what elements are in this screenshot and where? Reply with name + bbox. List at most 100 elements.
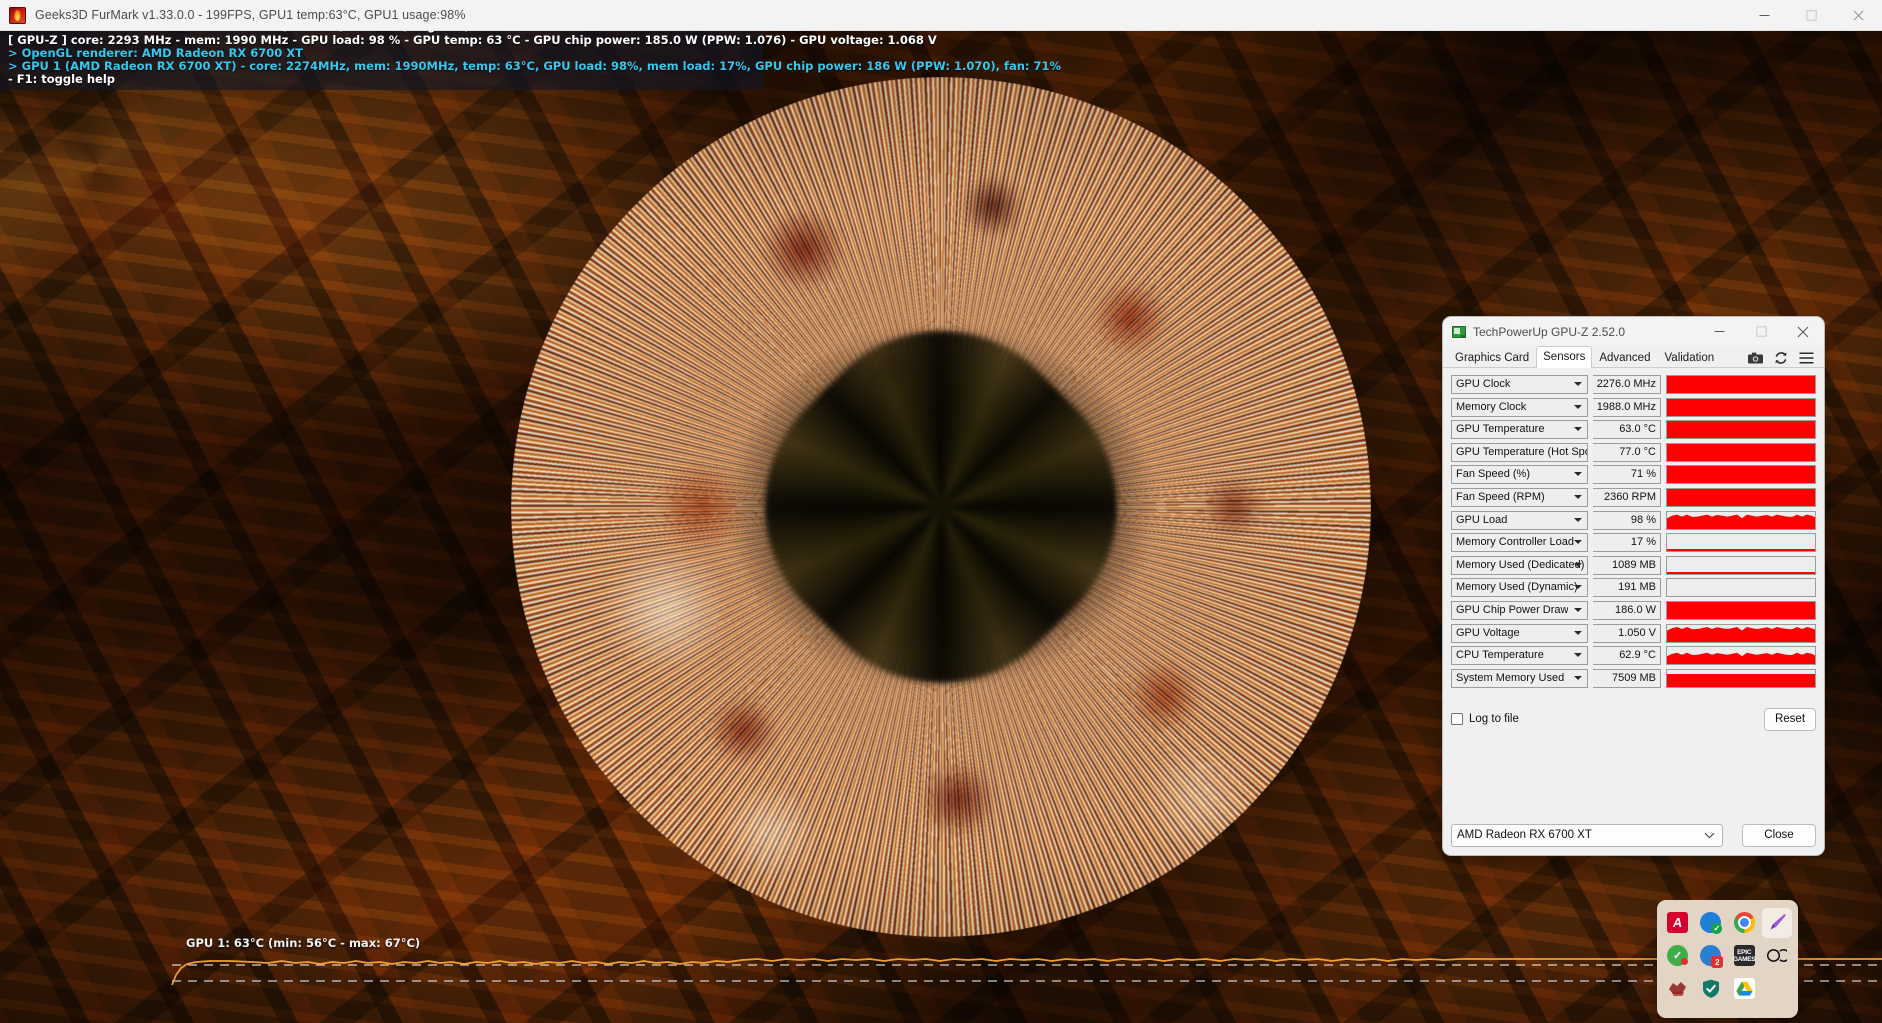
sensor-name: Fan Speed (RPM) (1456, 490, 1545, 503)
gpuz-maximize-icon[interactable] (1740, 317, 1782, 346)
tab-sensors[interactable]: Sensors (1536, 346, 1593, 368)
tray-cell[interactable] (1729, 974, 1759, 1004)
tray-cell[interactable]: 2 (1696, 941, 1726, 971)
tray-cell[interactable] (1729, 908, 1759, 938)
sensor-name: Memory Used (Dynamic) (1456, 581, 1578, 594)
gpuz-title-bar: TechPowerUp GPU-Z 2.52.0 (1443, 317, 1824, 346)
sensor-select-4[interactable]: Fan Speed (%) (1451, 465, 1588, 485)
hamburger-menu-icon[interactable] (1799, 352, 1814, 364)
camera-icon[interactable] (1748, 352, 1763, 364)
maximize-icon[interactable] (1788, 0, 1835, 31)
sensor-value: 186.0 W (1593, 600, 1661, 620)
gpu-temperature-graph: GPU 1: 63°C (min: 56°C - max: 67°C) (0, 863, 1882, 1023)
gpuz-close-icon[interactable] (1782, 317, 1824, 346)
chevron-down-icon (1574, 675, 1582, 680)
blue-notification-icon[interactable]: 2 (1700, 945, 1724, 968)
sensor-name: GPU Temperature (Hot Spot) (1456, 445, 1587, 458)
sensor-select-9[interactable]: Memory Used (Dynamic) (1451, 578, 1588, 598)
sensor-value: 2276.0 MHz (1593, 375, 1661, 394)
close-button[interactable]: Close (1742, 823, 1816, 847)
sensor-select-8[interactable]: Memory Used (Dedicated) (1451, 555, 1588, 575)
sensor-select-11[interactable]: GPU Voltage (1451, 623, 1588, 643)
sensor-row: GPU Chip Power Draw 186.0 W (1451, 600, 1816, 620)
close-icon[interactable] (1835, 0, 1882, 31)
msi-dragon-icon[interactable] (1667, 978, 1688, 999)
refresh-icon[interactable] (1774, 351, 1788, 365)
sensor-select-2[interactable]: GPU Temperature (1451, 420, 1588, 440)
sensor-name: GPU Load (1456, 513, 1508, 526)
chevron-down-icon (1574, 427, 1582, 432)
amd-radeon-software-icon[interactable]: A (1667, 912, 1689, 933)
chevron-down-icon (1574, 653, 1582, 658)
gpu-select-dropdown[interactable]: AMD Radeon RX 6700 XT (1451, 823, 1723, 847)
snipping-pen-icon[interactable] (1767, 912, 1788, 933)
sensor-select-0[interactable]: GPU Clock (1451, 375, 1588, 394)
sensor-row: System Memory Used 7509 MB (1451, 668, 1816, 688)
minimize-icon[interactable] (1741, 0, 1788, 31)
tray-cell[interactable]: ✓ (1663, 941, 1693, 971)
sensor-graph (1666, 623, 1816, 643)
gpuz-window[interactable]: TechPowerUp GPU-Z 2.52.0 Graphics Card S… (1443, 317, 1824, 855)
sensor-select-10[interactable]: GPU Chip Power Draw (1451, 600, 1588, 620)
log-to-file-label: Log to file (1469, 713, 1519, 726)
creative-cloud-icon[interactable] (1767, 945, 1788, 966)
sensor-select-5[interactable]: Fan Speed (RPM) (1451, 487, 1588, 507)
window-controls (1741, 0, 1882, 31)
sensor-name: GPU Chip Power Draw (1456, 603, 1569, 616)
tray-cell[interactable]: A (1663, 908, 1693, 938)
sensor-graph (1666, 668, 1816, 688)
tray-cell[interactable] (1663, 974, 1693, 1004)
sensor-select-3[interactable]: GPU Temperature (Hot Spot) (1451, 442, 1588, 462)
sensor-value: 77.0 °C (1593, 442, 1661, 462)
tray-cell[interactable]: ✓ (1696, 908, 1726, 938)
sensor-value: 63.0 °C (1593, 420, 1661, 440)
furmark-title-bar: Geeks3D FurMark v1.33.0.0 - 199FPS, GPU1… (0, 0, 1882, 31)
epic-games-icon[interactable]: EPIC GAMES (1733, 945, 1756, 966)
sensor-name: Memory Used (Dedicated) (1456, 558, 1585, 571)
gpu-select-value: AMD Radeon RX 6700 XT (1457, 829, 1592, 841)
sensor-select-6[interactable]: GPU Load (1451, 510, 1588, 530)
sensor-select-12[interactable]: CPU Temperature (1451, 646, 1588, 666)
sensor-name: GPU Clock (1456, 378, 1511, 390)
sensor-name: System Memory Used (1456, 671, 1565, 684)
sensor-select-7[interactable]: Memory Controller Load (1451, 533, 1588, 553)
tray-cell[interactable]: EPIC GAMES (1729, 941, 1759, 971)
google-drive-icon[interactable] (1733, 978, 1755, 999)
sensor-value: 1.050 V (1593, 623, 1661, 643)
tab-graphics-card[interactable]: Graphics Card (1448, 348, 1536, 368)
reset-button[interactable]: Reset (1764, 707, 1816, 731)
chevron-down-icon (1574, 607, 1582, 612)
tray-cell[interactable] (1762, 941, 1792, 971)
log-to-file-checkbox[interactable] (1451, 713, 1463, 726)
shield-check-icon[interactable] (1700, 978, 1721, 999)
gpuz-minimize-icon[interactable] (1698, 317, 1740, 346)
tab-validation[interactable]: Validation (1657, 348, 1721, 368)
windows-security-icon[interactable]: ✓ (1700, 912, 1723, 934)
furmark-window-title: Geeks3D FurMark v1.33.0.0 - 199FPS, GPU1… (35, 8, 466, 22)
gpuz-tab-bar: Graphics Card Sensors Advanced Validatio… (1443, 346, 1824, 368)
sensor-row: Memory Used (Dedicated) 1089 MB (1451, 555, 1816, 575)
sensor-row: Memory Used (Dynamic) 191 MB (1451, 578, 1816, 598)
system-tray-flyout[interactable]: A ✓ ✓ 2 EPIC GAMES (1657, 900, 1798, 1018)
sensor-graph (1666, 487, 1816, 507)
sensor-value: 62.9 °C (1593, 646, 1661, 666)
sensor-select-13[interactable]: System Memory Used (1451, 668, 1588, 688)
sensor-value: 71 % (1593, 465, 1661, 485)
chevron-down-icon (1574, 472, 1582, 477)
sensor-row: Fan Speed (RPM) 2360 RPM (1451, 487, 1816, 507)
green-check-icon[interactable]: ✓ (1667, 945, 1689, 966)
sensor-value: 98 % (1593, 510, 1661, 530)
sensor-row: Memory Controller Load 17 % (1451, 533, 1816, 553)
sensor-value: 1988.0 MHz (1593, 397, 1661, 417)
sensor-row: Fan Speed (%) 71 % (1451, 465, 1816, 485)
sensor-name: Memory Clock (1456, 400, 1527, 413)
sensor-graph (1666, 600, 1816, 620)
chevron-down-icon (1704, 832, 1715, 841)
tray-cell[interactable] (1762, 907, 1793, 938)
sensor-name: Memory Controller Load (1456, 536, 1574, 549)
sensor-select-1[interactable]: Memory Clock (1451, 397, 1588, 417)
sensor-name: GPU Voltage (1456, 626, 1520, 639)
tray-cell[interactable] (1696, 974, 1726, 1004)
tab-advanced[interactable]: Advanced (1592, 348, 1657, 368)
google-chrome-icon[interactable] (1733, 912, 1755, 933)
